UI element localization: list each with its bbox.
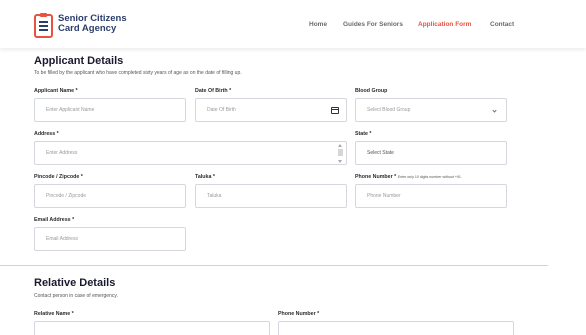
applicant-section-title: Applicant Details <box>34 55 124 67</box>
nav-application-form[interactable]: Application Form <box>418 21 471 28</box>
dob-placeholder: Date Of Birth <box>207 107 236 113</box>
blood-group-placeholder: Select Blood Group <box>367 107 411 113</box>
phone-number-label-text: Phone Number * <box>355 174 397 180</box>
nav-guides-for-seniors[interactable]: Guides For Seniors <box>343 21 403 28</box>
email-label: Email Address * <box>34 217 75 223</box>
logo-lines <box>39 21 48 23</box>
logo-clip <box>40 13 47 17</box>
blood-group-label: Blood Group <box>355 88 388 94</box>
relative-name-input[interactable] <box>34 321 270 335</box>
blood-group-select[interactable]: Select Blood Group <box>355 98 507 122</box>
phone-number-input[interactable]: Phone Number <box>355 184 507 208</box>
taluka-label: Taluka * <box>195 174 215 180</box>
taluka-input[interactable]: Taluka <box>195 184 347 208</box>
state-label: State * <box>355 131 372 137</box>
scroll-thumb[interactable] <box>338 149 343 156</box>
address-textarea[interactable]: Enter Address <box>34 141 347 165</box>
chevron-down-icon <box>492 108 497 113</box>
email-input[interactable]: Email Address <box>34 227 186 251</box>
relative-name-label: Relative Name * <box>34 311 74 317</box>
textarea-scrollbar[interactable] <box>338 144 343 163</box>
pincode-label: Pincode / Zipcode * <box>34 174 83 180</box>
email-placeholder: Email Address <box>46 236 78 242</box>
relative-phone-input[interactable] <box>278 321 514 335</box>
dob-input[interactable]: Date Of Birth <box>195 98 347 122</box>
taluka-placeholder: Taluka <box>207 193 222 199</box>
address-placeholder: Enter Address <box>46 150 78 156</box>
pincode-placeholder: Pincode / Zipcode <box>46 193 87 199</box>
applicant-section-subtitle: To be filled by the applicant who have c… <box>34 70 242 76</box>
scroll-up-arrow-icon[interactable] <box>338 144 342 147</box>
phone-number-label: Phone Number * Enter only 10 digits numb… <box>355 174 462 180</box>
phone-number-placeholder: Phone Number <box>367 193 401 199</box>
nav-home[interactable]: Home <box>309 21 327 28</box>
relative-phone-label: Phone Number * <box>278 311 320 317</box>
brand-line-2: Card Agency <box>58 23 117 34</box>
applicant-name-input[interactable]: Enter Applicant Name <box>34 98 186 122</box>
site-header: Senior Citizens Card Agency Home Guides … <box>0 0 586 48</box>
calendar-icon[interactable] <box>331 107 339 114</box>
relative-section-title: Relative Details <box>34 277 116 289</box>
section-divider <box>0 265 548 266</box>
clipboard-logo-icon[interactable] <box>34 13 53 38</box>
phone-number-hint: Enter only 10 digits number without +91. <box>397 175 462 179</box>
address-label: Address * <box>34 131 59 137</box>
relative-section-subtitle: Contact person in case of emergency. <box>34 293 118 299</box>
dob-label: Date Of Birth * <box>195 88 232 94</box>
nav-contact[interactable]: Contact <box>490 21 514 28</box>
scroll-down-arrow-icon[interactable] <box>338 160 342 163</box>
applicant-name-label: Applicant Name * <box>34 88 78 94</box>
brand-name[interactable]: Senior Citizens Card Agency <box>58 14 127 34</box>
pincode-input[interactable]: Pincode / Zipcode <box>34 184 186 208</box>
applicant-name-placeholder: Enter Applicant Name <box>46 107 95 113</box>
state-select[interactable]: Select State <box>355 141 507 165</box>
state-placeholder: Select State <box>367 150 394 156</box>
